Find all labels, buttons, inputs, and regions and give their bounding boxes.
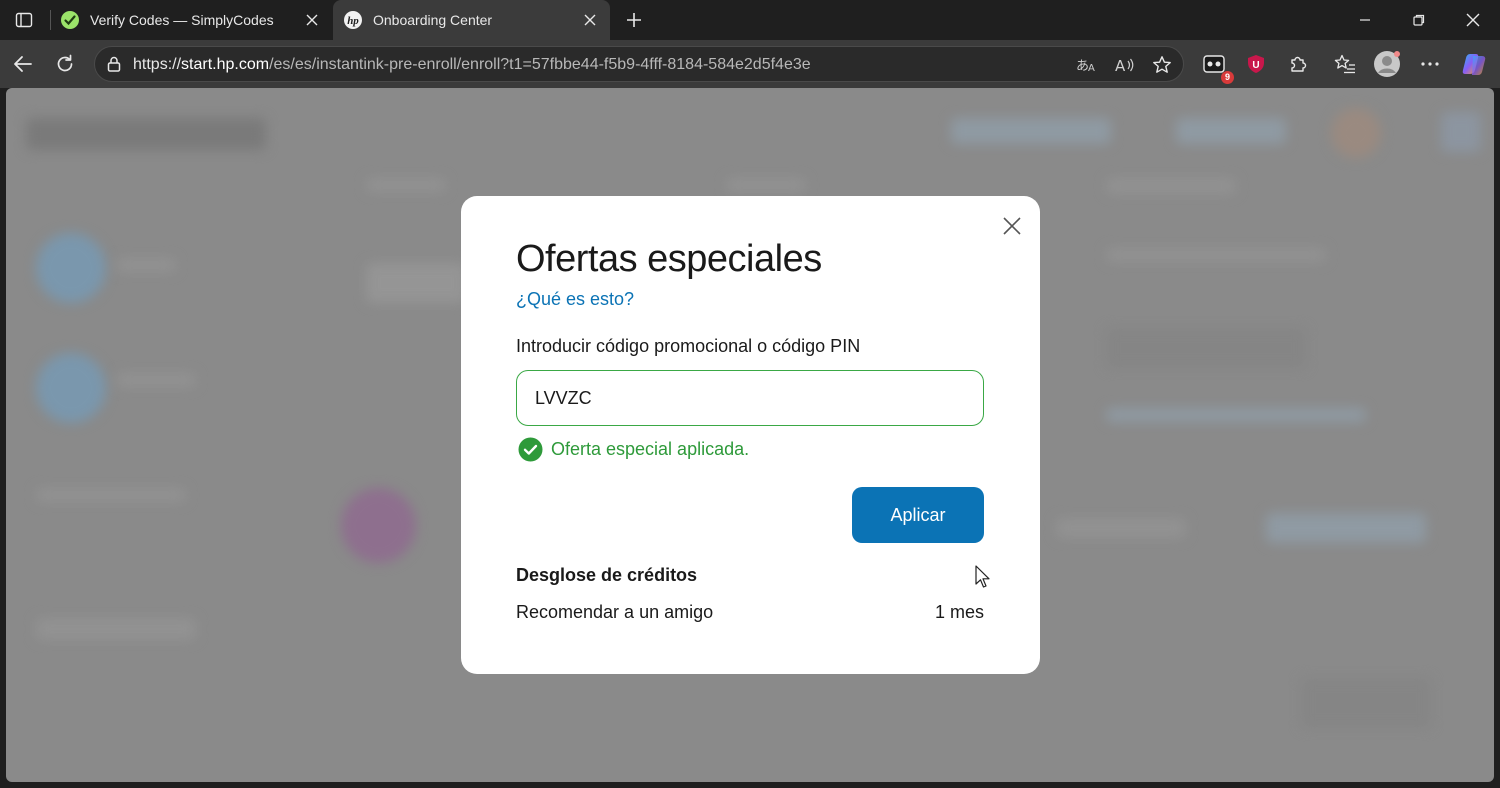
blurred-header-icon: [1441, 112, 1481, 152]
site-info-lock-icon[interactable]: [105, 55, 123, 73]
blurred-circle: [36, 233, 106, 303]
blurred-text: [366, 263, 466, 303]
success-text: Oferta especial aplicada.: [551, 439, 750, 459]
url-text[interactable]: https://start.hp.com/es/es/instantink-pr…: [133, 56, 811, 74]
favorites-list-icon: [1334, 54, 1355, 74]
blurred-button: [1266, 513, 1426, 543]
blurred-avatar: [1331, 108, 1381, 158]
translate-icon[interactable]: あA: [1075, 53, 1099, 77]
refresh-icon: [57, 54, 73, 72]
blurred-text: [116, 373, 196, 387]
copilot-button[interactable]: [1458, 48, 1490, 80]
special-offers-modal: Ofertas especiales ¿Qué es esto? Introdu…: [461, 196, 1040, 674]
restore-button[interactable]: [1392, 0, 1446, 40]
hp-logo-icon: hp: [343, 10, 363, 30]
shield-icon: U: [1248, 55, 1264, 73]
tab-verify-codes[interactable]: Verify Codes — SimplyCodes: [50, 0, 332, 40]
close-window-button[interactable]: [1446, 0, 1500, 40]
breakdown-item-label: Recomendar a un amigo: [516, 602, 714, 622]
favorites-button[interactable]: [1329, 48, 1361, 80]
promo-code-label: Introducir código promocional o código P…: [516, 336, 861, 356]
close-modal-button[interactable]: [998, 212, 1026, 240]
blurred-header-link: [1176, 118, 1286, 144]
plus-icon: [627, 13, 641, 27]
browser-tabstrip: Verify Codes — SimplyCodes hp Onboarding…: [0, 0, 1500, 40]
close-tab-icon[interactable]: [298, 6, 326, 34]
back-button[interactable]: [7, 48, 39, 80]
puzzle-icon: [1291, 56, 1307, 72]
close-icon: [1003, 217, 1021, 235]
credits-breakdown-row: Recomendar a un amigo 1 mes: [516, 602, 984, 623]
blurred-text: [116, 258, 176, 272]
url-path: /es/es/instantink-pre-enroll/enroll?t1=5…: [269, 56, 811, 73]
restore-icon: [1413, 14, 1425, 26]
blurred-text: [36, 618, 196, 640]
extension-coupon-icon: [1203, 55, 1225, 73]
apply-button[interactable]: Aplicar: [852, 487, 984, 543]
more-dots-icon: [1421, 62, 1439, 66]
blurred-text: [366, 178, 446, 192]
close-tab-icon[interactable]: [576, 6, 604, 34]
svg-text:U: U: [1252, 60, 1259, 71]
blurred-text: [36, 488, 186, 502]
favorite-star-icon[interactable]: [1150, 53, 1174, 77]
minimize-icon: [1360, 19, 1370, 21]
minimize-button[interactable]: [1338, 0, 1392, 40]
address-bar[interactable]: https://start.hp.com/es/es/instantink-pr…: [94, 46, 1184, 82]
extension-badge: 9: [1221, 71, 1234, 84]
new-tab-button[interactable]: [618, 4, 650, 36]
success-message: Oferta especial aplicada.: [518, 437, 749, 462]
blurred-header-link: [951, 118, 1111, 144]
credits-breakdown-title: Desglose de créditos: [516, 565, 698, 585]
avatar-icon: [1374, 51, 1400, 77]
extension-button-shield[interactable]: U: [1240, 48, 1272, 80]
blurred-logo: [26, 118, 266, 150]
blurred-product-image: [341, 488, 416, 563]
blurred-button: [1301, 678, 1431, 728]
extensions-button[interactable]: [1282, 48, 1314, 80]
profile-button[interactable]: [1371, 48, 1403, 80]
blurred-text: [726, 178, 806, 192]
close-icon: [1466, 13, 1480, 27]
promo-code-input[interactable]: [516, 370, 984, 426]
check-circle-icon: [518, 437, 543, 462]
extension-button-coupons[interactable]: 9: [1198, 48, 1234, 84]
url-host: start.hp.com: [181, 56, 270, 73]
svg-text:A: A: [1088, 63, 1095, 74]
mouse-pointer-icon: [975, 565, 990, 588]
blurred-text: [1106, 248, 1326, 262]
refresh-button[interactable]: [49, 48, 81, 80]
breakdown-item-value: 1 mes: [934, 602, 984, 622]
blurred-text: [1106, 178, 1236, 194]
read-aloud-icon[interactable]: A: [1113, 53, 1137, 77]
url-prefix: https://: [133, 56, 182, 73]
blurred-text: [1056, 518, 1186, 538]
simplycodes-check-icon: [60, 10, 80, 30]
modal-title: Ofertas especiales: [516, 238, 822, 280]
settings-more-button[interactable]: [1414, 48, 1446, 80]
blurred-text: [1106, 328, 1306, 368]
tab-onboarding-center[interactable]: hp Onboarding Center: [333, 0, 610, 40]
back-arrow-icon: [14, 56, 32, 72]
tab-title: Onboarding Center: [373, 12, 493, 28]
tab-title: Verify Codes — SimplyCodes: [90, 12, 274, 28]
copilot-icon: [1462, 54, 1486, 75]
tab-actions-icon: [15, 12, 33, 28]
what-is-this-link[interactable]: ¿Qué es esto?: [516, 289, 634, 310]
svg-text:A: A: [1115, 57, 1126, 74]
browser-toolbar: https://start.hp.com/es/es/instantink-pr…: [0, 40, 1500, 88]
tab-actions-button[interactable]: [6, 4, 42, 36]
blurred-circle: [36, 353, 106, 423]
blurred-text: [1106, 408, 1366, 422]
svg-text:hp: hp: [347, 15, 359, 27]
